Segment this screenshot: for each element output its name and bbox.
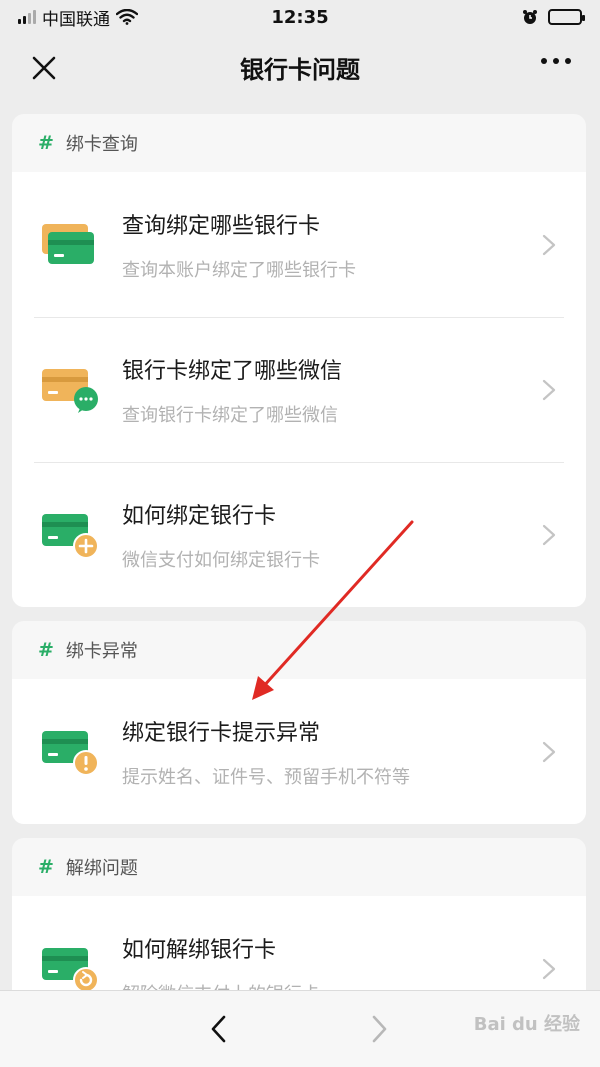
item-title: 银行卡绑定了哪些微信 <box>122 359 343 384</box>
stacked-cards-icon <box>42 223 94 264</box>
card-add-icon <box>42 513 99 559</box>
alarm-icon <box>523 10 537 24</box>
chevron-right-icon <box>542 524 556 546</box>
item-text: 查询绑定哪些银行卡 查询本账户绑定了哪些银行卡 <box>122 208 356 282</box>
section-title: 绑卡查询 <box>65 134 138 155</box>
chevron-right-icon <box>542 958 556 980</box>
card-wechat-icon <box>42 368 98 413</box>
section-header: # 绑卡异常 <box>12 621 586 679</box>
item-subtitle: 微信支付如何绑定银行卡 <box>122 550 320 571</box>
wifi-icon <box>116 9 138 25</box>
list-item-query-bound-cards[interactable]: 查询绑定哪些银行卡 查询本账户绑定了哪些银行卡 <box>12 172 586 317</box>
status-time: 12:35 <box>271 6 329 28</box>
section-header: # 解绑问题 <box>12 838 586 896</box>
item-text: 银行卡绑定了哪些微信 查询银行卡绑定了哪些微信 <box>122 353 342 427</box>
item-title: 查询绑定哪些银行卡 <box>122 214 321 239</box>
item-title: 如何解绑银行卡 <box>122 938 277 963</box>
card-unbind-icon <box>42 947 99 993</box>
hash-icon: # <box>38 856 54 878</box>
list-item-how-to-bind[interactable]: 如何绑定银行卡 微信支付如何绑定银行卡 <box>12 462 586 607</box>
item-subtitle: 查询本账户绑定了哪些银行卡 <box>122 260 356 281</box>
item-title: 绑定银行卡提示异常 <box>122 721 321 746</box>
nav-bar: 银行卡问题 <box>0 34 600 100</box>
section-items: 绑定银行卡提示异常 提示姓名、证件号、预留手机不符等 <box>12 679 586 824</box>
section-header: # 绑卡查询 <box>12 114 586 172</box>
section-title: 解绑问题 <box>65 858 138 879</box>
list-item-bind-error[interactable]: 绑定银行卡提示异常 提示姓名、证件号、预留手机不符等 <box>12 679 586 824</box>
content: # 绑卡查询 查询绑定哪些银行卡 查询本账户绑定了哪些银行卡 银行卡绑定了哪些微… <box>12 114 586 1055</box>
back-icon[interactable] <box>208 1013 228 1045</box>
status-bar: 中国联通 12:35 <box>0 0 600 34</box>
item-subtitle: 查询银行卡绑定了哪些微信 <box>122 405 338 426</box>
watermark: Bai du 经验 <box>473 1014 580 1035</box>
hash-icon: # <box>38 639 54 661</box>
signal-icon <box>18 10 36 24</box>
more-icon[interactable] <box>540 56 572 66</box>
page-title: 银行卡问题 <box>240 55 360 84</box>
chevron-right-icon <box>542 741 556 763</box>
item-subtitle: 提示姓名、证件号、预留手机不符等 <box>122 767 410 788</box>
carrier-name: 中国联通 <box>42 9 110 30</box>
list-item-card-bound-wechat[interactable]: 银行卡绑定了哪些微信 查询银行卡绑定了哪些微信 <box>12 317 586 462</box>
status-right <box>522 9 585 25</box>
forward-icon[interactable] <box>370 1013 390 1045</box>
hash-icon: # <box>38 132 54 154</box>
chevron-right-icon <box>542 234 556 256</box>
section-bind-error: # 绑卡异常 绑定银行卡提示异常 提示姓名、证件号、预留手机不符等 <box>12 621 586 824</box>
close-icon[interactable] <box>28 52 60 84</box>
status-left: 中国联通 <box>18 5 138 30</box>
chevron-right-icon <box>542 379 556 401</box>
section-items: 查询绑定哪些银行卡 查询本账户绑定了哪些银行卡 银行卡绑定了哪些微信 查询银行卡… <box>12 172 586 607</box>
item-title: 如何绑定银行卡 <box>122 504 277 529</box>
card-warning-icon <box>42 730 99 776</box>
item-text: 绑定银行卡提示异常 提示姓名、证件号、预留手机不符等 <box>122 715 410 789</box>
item-text: 如何绑定银行卡 微信支付如何绑定银行卡 <box>122 498 320 572</box>
section-bind-query: # 绑卡查询 查询绑定哪些银行卡 查询本账户绑定了哪些银行卡 银行卡绑定了哪些微… <box>12 114 586 607</box>
section-title: 绑卡异常 <box>65 641 138 662</box>
battery-icon <box>548 9 585 25</box>
